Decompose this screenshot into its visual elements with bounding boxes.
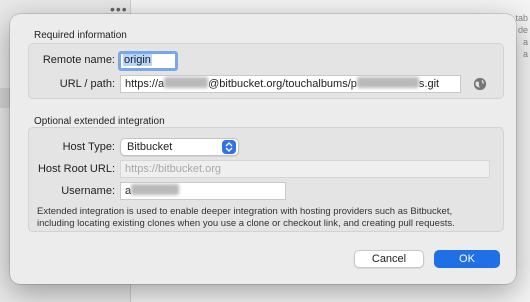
chevron-updown-icon: [222, 140, 236, 154]
background-text: de: [517, 25, 528, 35]
remote-name-label: Remote name:: [42, 54, 115, 66]
remote-name-input[interactable]: origin: [118, 51, 178, 71]
cancel-button[interactable]: Cancel: [354, 250, 424, 268]
url-path-label: URL / path:: [59, 78, 115, 90]
optional-integration-title: Optional extended integration: [34, 116, 165, 127]
ok-button[interactable]: OK: [434, 250, 500, 268]
add-remote-dialog: Required information Remote name: origin…: [10, 14, 516, 284]
integration-description: Extended integration is used to enable d…: [37, 206, 455, 229]
url-path-input[interactable]: https://a @bitbucket.org/touchalbums/p s.g…: [120, 75, 461, 93]
url-prefix: https://a: [125, 78, 165, 90]
redacted-username: [131, 184, 180, 195]
url-suffix: s.git: [418, 78, 440, 90]
remote-name-value: origin: [123, 54, 152, 66]
redacted-username: [164, 77, 209, 88]
host-type-value: Bitbucket: [127, 141, 173, 153]
username-input[interactable]: a: [120, 182, 286, 200]
background-text: tab: [515, 13, 528, 23]
required-info-title: Required information: [34, 30, 127, 41]
host-root-url-label: Host Root URL:: [37, 163, 115, 175]
required-info-box: Remote name: origin URL / path: https://…: [28, 43, 504, 99]
username-label: Username:: [61, 185, 115, 197]
url-middle: @bitbucket.org/touchalbums/p: [208, 78, 357, 90]
host-type-label: Host Type:: [62, 141, 115, 153]
host-root-url-placeholder: https://bitbucket.org: [125, 163, 221, 175]
redacted-repo-name: [356, 77, 419, 88]
background-text: a: [522, 49, 528, 59]
host-root-url-input: https://bitbucket.org: [120, 160, 490, 178]
background-text: a: [522, 37, 528, 47]
globe-icon[interactable]: [473, 77, 487, 91]
host-type-select[interactable]: Bitbucket: [120, 138, 239, 156]
